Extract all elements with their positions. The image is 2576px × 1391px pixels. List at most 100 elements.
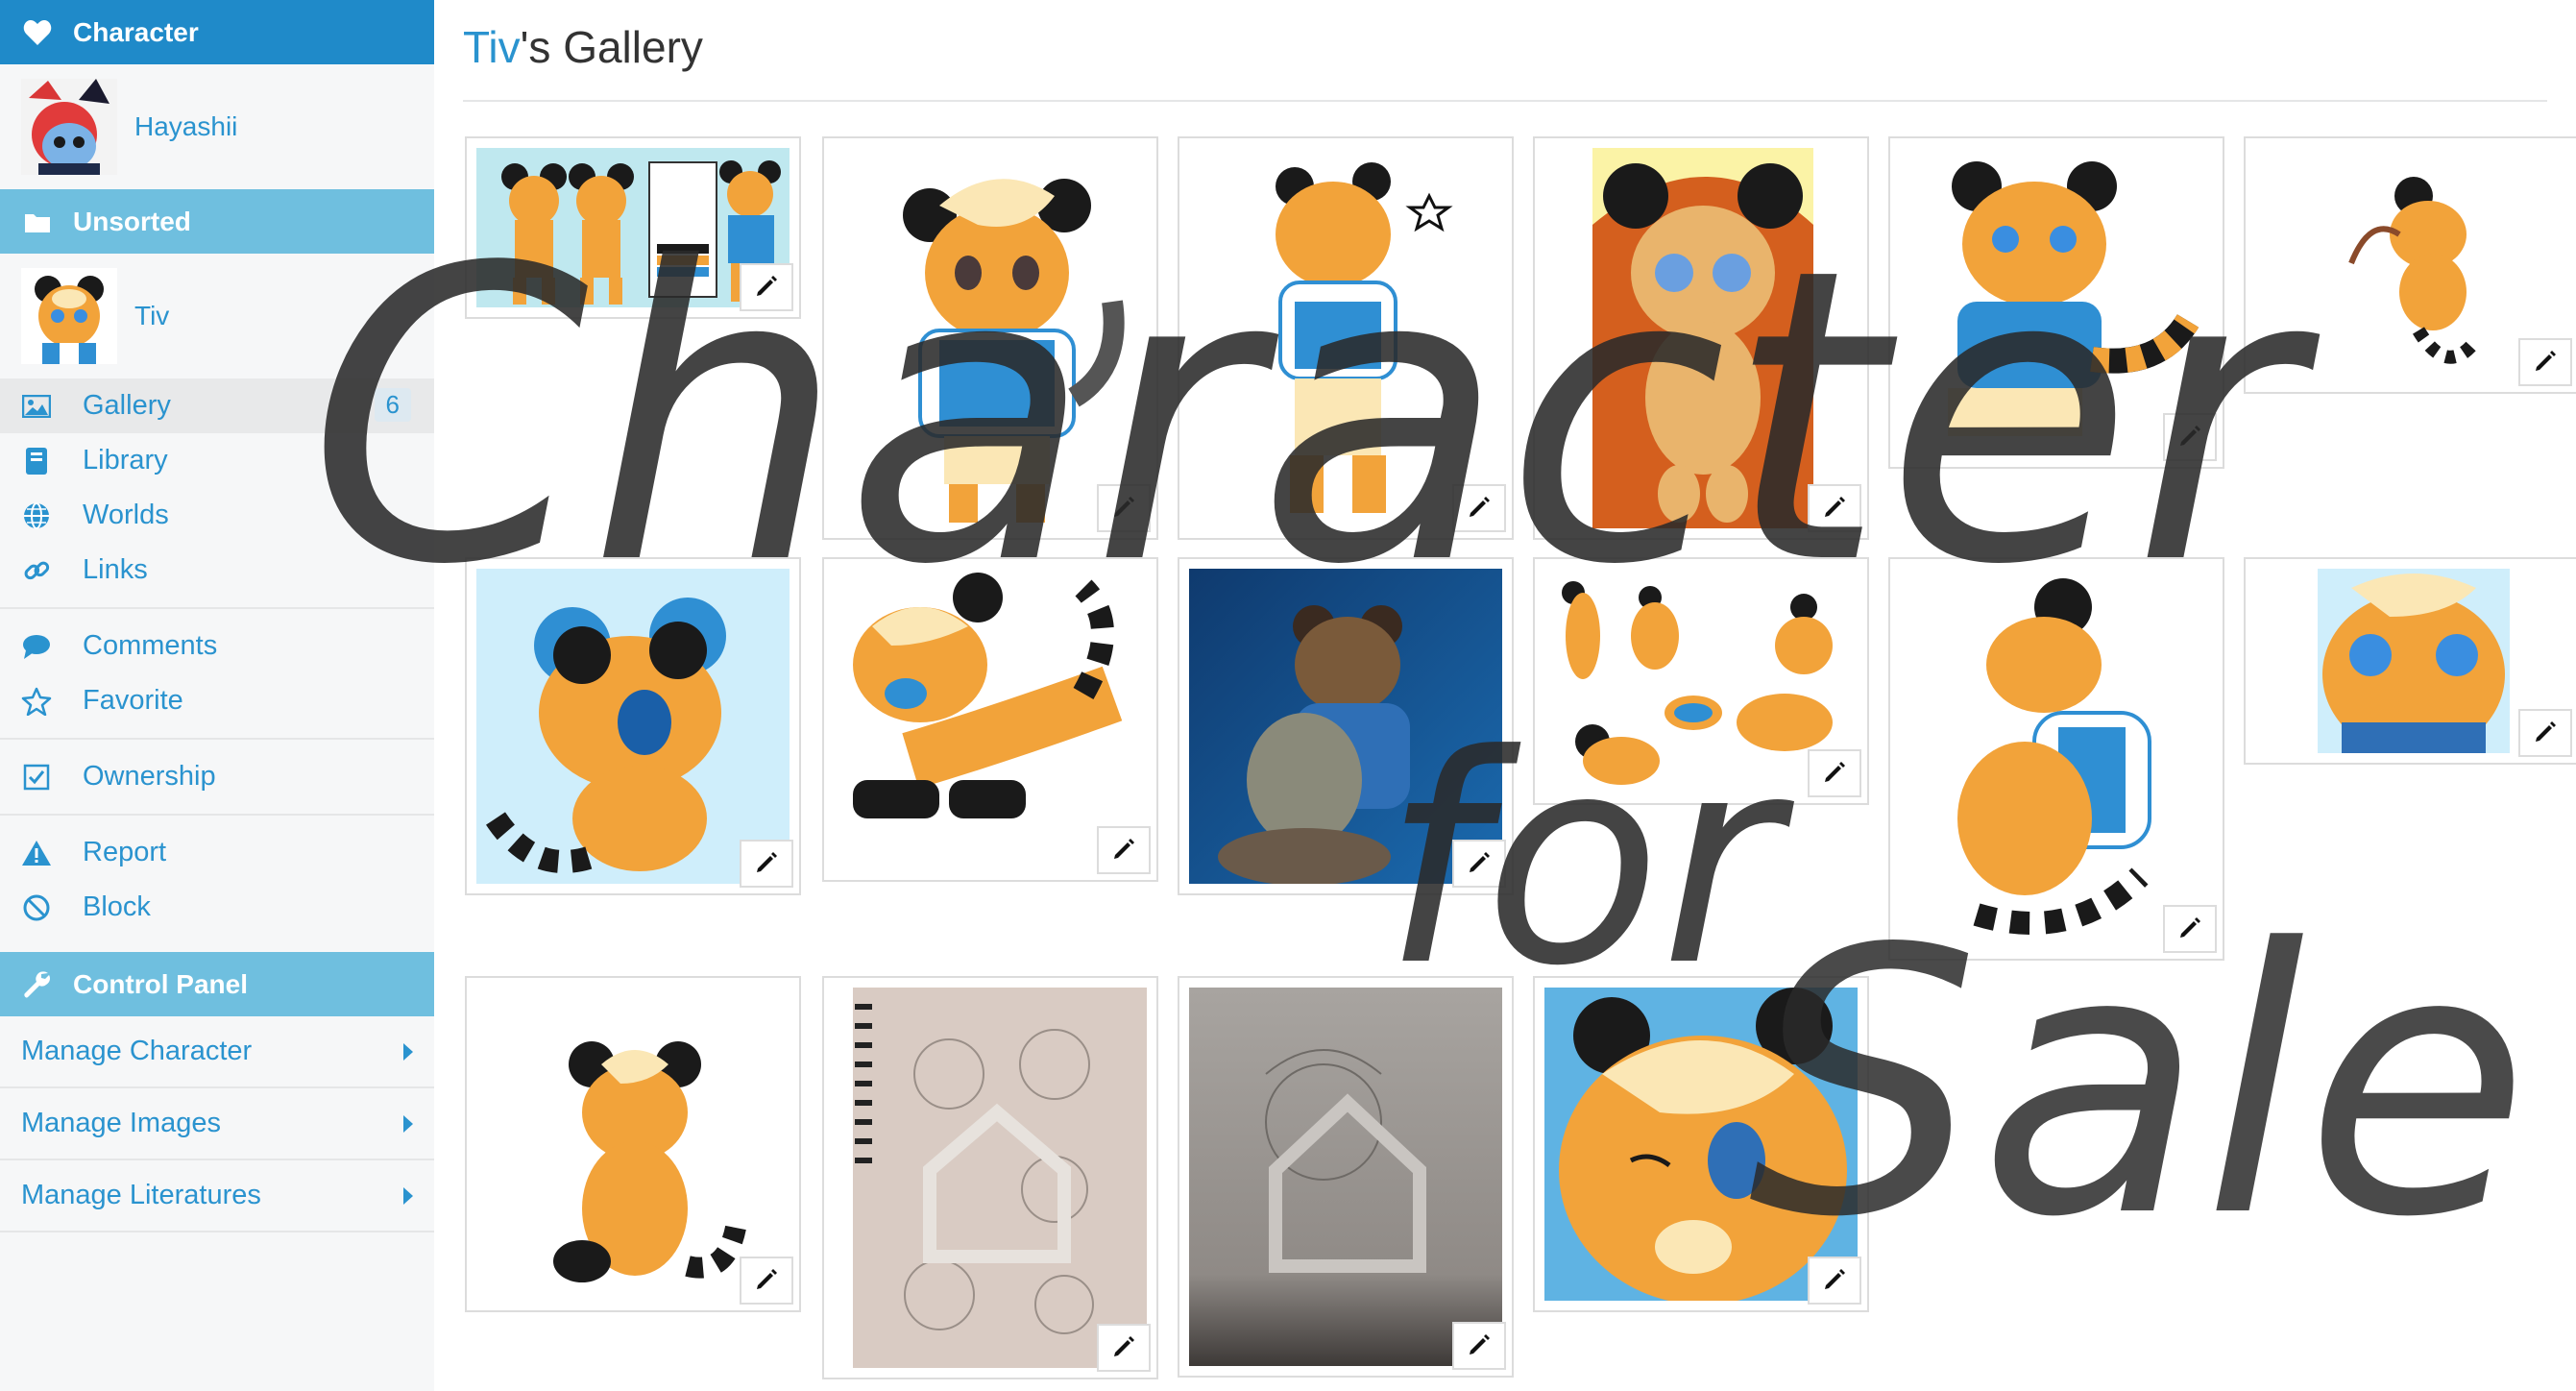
manage-literatures-link[interactable]: Manage Literatures	[0, 1160, 434, 1232]
gallery-image-card[interactable]	[1178, 136, 1514, 540]
wrench-icon	[21, 968, 54, 1001]
gallery-image-card[interactable]	[465, 976, 801, 1312]
gallery-image-card[interactable]	[1178, 557, 1514, 895]
nav-gallery[interactable]: Gallery 6	[0, 378, 434, 433]
edit-image-button[interactable]	[1452, 840, 1506, 888]
edit-image-button[interactable]	[740, 263, 793, 311]
gallery-thumbnail	[834, 569, 1147, 870]
gallery-count-badge: 6	[374, 388, 411, 422]
pencil-icon	[2533, 348, 2558, 378]
nav-block-label: Block	[83, 891, 151, 922]
nav-comments[interactable]: Comments	[0, 619, 434, 673]
edit-image-button[interactable]	[2518, 338, 2572, 386]
gallery-image-card[interactable]	[1888, 557, 2224, 961]
pencil-icon	[2177, 915, 2202, 944]
edit-image-button[interactable]	[1808, 484, 1861, 532]
nav-favorite-label: Favorite	[83, 685, 183, 716]
ban-icon	[21, 892, 52, 923]
gallery-image-card[interactable]	[1533, 136, 1869, 540]
owner-avatar	[21, 79, 117, 175]
nav-divider	[0, 814, 434, 816]
image-icon	[21, 391, 52, 422]
warning-icon	[21, 838, 52, 868]
gallery-thumbnail	[1544, 148, 1858, 528]
gallery-thumbnail	[1900, 569, 2213, 949]
edit-image-button[interactable]	[2163, 905, 2217, 953]
page-title-character-link[interactable]: Tiv	[463, 22, 521, 72]
nav-library-label: Library	[83, 445, 168, 476]
character-header: Character	[0, 0, 434, 64]
heart-icon	[21, 16, 54, 49]
gallery-image-card[interactable]	[2244, 557, 2576, 765]
control-panel-label: Control Panel	[73, 968, 249, 999]
edit-image-button[interactable]	[2163, 413, 2217, 461]
nav-comments-label: Comments	[83, 630, 218, 661]
owner-link[interactable]: Hayashii	[0, 64, 434, 189]
gallery-thumbnail	[834, 148, 1147, 528]
edit-image-button[interactable]	[1097, 826, 1151, 874]
pencil-icon	[2177, 423, 2202, 452]
nav-block[interactable]: Block	[0, 880, 434, 935]
gallery-thumbnail	[1544, 988, 1858, 1301]
pencil-icon	[1822, 494, 1847, 524]
edit-image-button[interactable]	[1808, 749, 1861, 797]
gallery-image-card[interactable]	[465, 136, 801, 319]
character-nav: Gallery 6 Library Worlds Links Comments …	[0, 378, 434, 935]
character-avatar	[21, 268, 117, 364]
folder-header-label: Unsorted	[73, 206, 191, 236]
pencil-icon	[754, 849, 779, 879]
checkbox-icon	[21, 762, 52, 793]
pencil-icon	[2533, 719, 2558, 748]
chevron-right-icon	[403, 1186, 413, 1205]
gallery-main: Tiv's Gallery	[434, 0, 2576, 1391]
gallery-thumbnail	[1900, 148, 2213, 457]
gallery-image-card[interactable]	[822, 976, 1158, 1379]
nav-library[interactable]: Library	[0, 433, 434, 488]
pencil-icon	[754, 273, 779, 303]
gallery-image-card[interactable]	[465, 557, 801, 895]
chevron-right-icon	[403, 1042, 413, 1061]
nav-ownership[interactable]: Ownership	[0, 749, 434, 804]
edit-image-button[interactable]	[1097, 484, 1151, 532]
manage-images-label: Manage Images	[21, 1108, 221, 1138]
globe-icon	[21, 500, 52, 531]
control-panel-header: Control Panel	[0, 952, 434, 1016]
gallery-image-card[interactable]	[822, 136, 1158, 540]
edit-image-button[interactable]	[2518, 709, 2572, 757]
nav-gallery-label: Gallery	[83, 390, 171, 421]
nav-worlds[interactable]: Worlds	[0, 488, 434, 543]
edit-image-button[interactable]	[740, 840, 793, 888]
gallery-image-card[interactable]	[1533, 976, 1869, 1312]
folder-header: Unsorted	[0, 189, 434, 254]
comment-icon	[21, 631, 52, 662]
title-divider	[463, 100, 2547, 102]
character-link[interactable]: Tiv	[0, 254, 434, 378]
pencil-icon	[1822, 1266, 1847, 1296]
link-icon	[21, 555, 52, 586]
nav-divider	[0, 738, 434, 740]
owner-name: Hayashii	[134, 111, 238, 141]
chevron-right-icon	[403, 1114, 413, 1133]
nav-report[interactable]: Report	[0, 825, 434, 880]
manage-character-link[interactable]: Manage Character	[0, 1016, 434, 1088]
nav-favorite[interactable]: Favorite	[0, 673, 434, 728]
edit-image-button[interactable]	[1452, 484, 1506, 532]
gallery-thumbnail	[1189, 988, 1502, 1366]
edit-image-button[interactable]	[740, 1257, 793, 1305]
edit-image-button[interactable]	[1097, 1324, 1151, 1372]
folder-icon	[21, 206, 54, 238]
character-name: Tiv	[134, 301, 170, 330]
gallery-thumbnail	[1189, 148, 1502, 528]
gallery-image-card[interactable]	[1888, 136, 2224, 469]
edit-image-button[interactable]	[1452, 1322, 1506, 1370]
gallery-image-card[interactable]	[1178, 976, 1514, 1378]
edit-image-button[interactable]	[1808, 1257, 1861, 1305]
manage-images-link[interactable]: Manage Images	[0, 1088, 434, 1160]
gallery-image-card[interactable]	[2244, 136, 2576, 394]
pencil-icon	[754, 1266, 779, 1296]
page-title: Tiv's Gallery	[463, 21, 703, 73]
gallery-image-card[interactable]	[1533, 557, 1869, 805]
gallery-image-card[interactable]	[822, 557, 1158, 882]
pencil-icon	[1467, 849, 1492, 879]
nav-links[interactable]: Links	[0, 543, 434, 598]
